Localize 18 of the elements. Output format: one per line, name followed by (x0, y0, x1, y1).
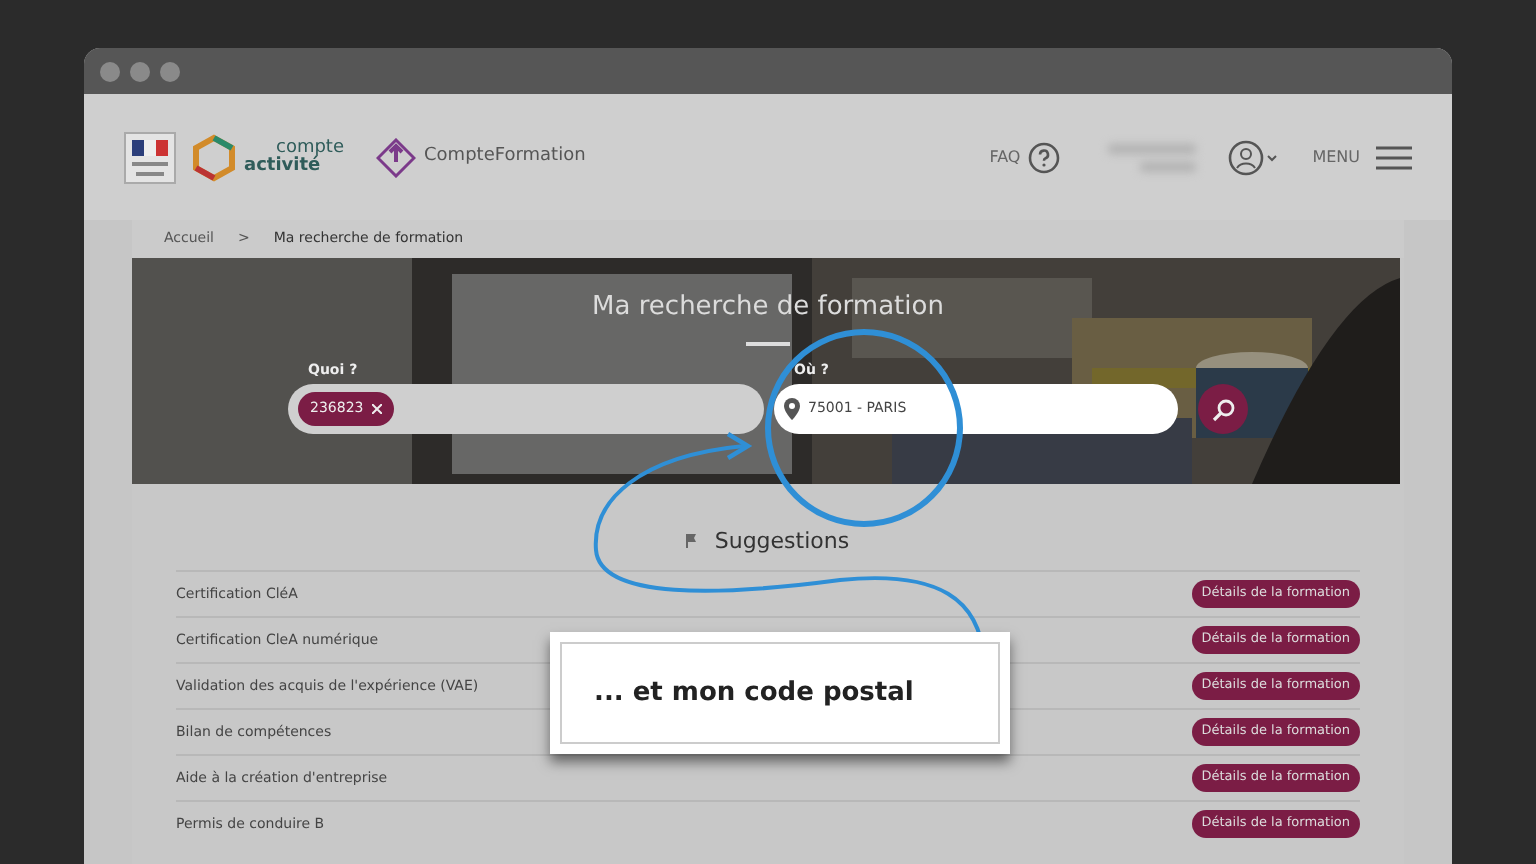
section-title: Suggestions (714, 528, 850, 555)
flag-emblem-icon (124, 131, 176, 183)
callout-text: ... et mon code postal (594, 675, 914, 712)
search-icon (1211, 397, 1235, 422)
diamond-logo-icon (376, 137, 417, 177)
hexagon-logo-icon (192, 133, 236, 181)
user-account-icon[interactable] (1228, 139, 1281, 175)
logo-text: activité (244, 157, 321, 175)
logo-text: CompteFormation (424, 143, 586, 170)
help-icon (1028, 141, 1061, 173)
flag-icon (686, 534, 699, 549)
menu-icon (1376, 145, 1412, 169)
hero-title: Ma recherche de formation (592, 292, 944, 324)
location-pin-icon (784, 398, 800, 421)
remove-icon[interactable] (371, 404, 382, 415)
faq-link[interactable]: FAQ (989, 141, 1061, 173)
menu-button[interactable]: MENU (1312, 145, 1412, 169)
logo-text: compte (276, 139, 345, 157)
